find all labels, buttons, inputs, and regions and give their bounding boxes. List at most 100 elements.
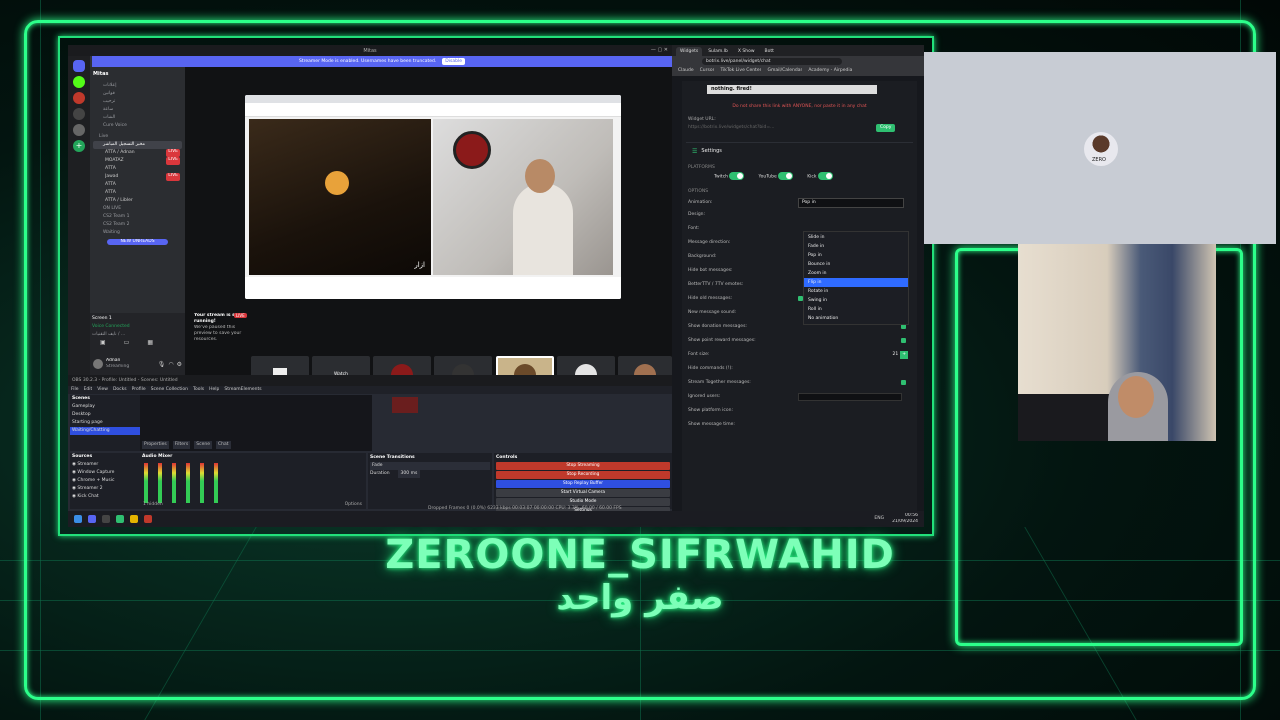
screen-share-icon[interactable]: ▭ [124,339,130,346]
obs-menu-item[interactable]: View [97,386,108,394]
server-name[interactable]: Mitas [93,70,182,79]
setting-checkbox[interactable] [901,338,906,343]
browser-tab[interactable]: Bott [761,47,778,56]
font-size-stepper[interactable]: 21 + [892,350,908,359]
animation-option[interactable]: Roll in [804,305,908,314]
add-server-icon[interactable]: + [73,140,85,152]
animation-option[interactable]: Flip in [804,278,908,287]
browser-tab[interactable]: Sulam.lb [704,47,732,56]
animation-option[interactable]: Rotate in [804,287,908,296]
obs-menu-item[interactable]: File [71,386,79,394]
scene-item[interactable]: Waiting/Chatting [70,427,140,435]
obs-menu-item[interactable]: Scene Collection [151,386,188,394]
channel-item[interactable]: قوانين [93,90,182,98]
obs-tab[interactable]: Filters [172,441,191,449]
voice-member[interactable]: ATTA [105,165,182,173]
plus-icon[interactable]: + [900,350,908,359]
obs-control-button[interactable]: Stop Recording [496,471,670,479]
url-bar[interactable]: botrix.live/panel/widget/chat [702,58,842,65]
animation-select[interactable]: Pop in [798,197,904,208]
voice-channel-item[interactable]: مخبر التسجيل المباشر [93,141,182,149]
obs-tab[interactable]: Scene [194,441,212,449]
discord-taskbar-icon[interactable] [88,515,96,523]
transition-select[interactable]: Fade [370,462,490,470]
app-taskbar-icon[interactable] [116,515,124,523]
bookmark-item[interactable]: Academy - Airpedia [808,67,852,76]
bookmark-item[interactable]: Cursor [700,67,715,76]
obs-menu-item[interactable]: Docks [113,386,127,394]
voice-member[interactable]: Jawad LIVE [105,173,182,181]
animation-option[interactable]: Pop in [804,251,908,260]
headset-icon[interactable]: ◠ [168,361,173,368]
channel-item[interactable]: الشات [93,114,182,122]
obs-tab[interactable]: Chat [215,441,231,449]
browser-tab[interactable]: X Show [734,47,759,56]
setting-checkbox[interactable] [901,380,906,385]
clock-date[interactable]: 21/09/2024 [892,519,918,525]
obs-menu-item[interactable]: StreamElements [224,386,261,394]
obs-menu-item[interactable]: Profile [132,386,146,394]
kick-toggle[interactable] [817,172,833,180]
obs-menu-item[interactable]: Tools [193,386,204,394]
duration-input[interactable]: 300 ms [397,470,421,478]
server-icon[interactable] [73,108,85,120]
server-icon[interactable] [73,124,85,136]
activity-icon[interactable]: ▦ [147,339,153,346]
source-item[interactable]: ◉ Kick Chat [70,493,140,501]
new-unreads-pill[interactable]: NEW UNREADS [107,239,168,245]
scene-item[interactable]: Starting page [70,419,140,427]
animation-option[interactable]: Slide in [804,233,908,242]
window-controls-icon[interactable]: — ▢ ✕ [651,47,668,53]
obs-control-button[interactable]: Stop Replay Buffer [496,480,670,488]
windows-start-icon[interactable] [74,515,82,523]
obs-tab[interactable]: Properties [142,441,169,449]
chrome-taskbar-icon[interactable] [130,515,138,523]
source-item[interactable]: ◉ Streamer [70,461,140,469]
animation-option[interactable]: Bounce in [804,260,908,269]
voice-member[interactable]: ATTA / Libler [105,197,182,205]
youtube-toggle[interactable] [778,172,794,180]
channel-item[interactable]: ساعة [93,106,182,114]
obs-menu-item[interactable]: Edit [84,386,93,394]
obs-control-button[interactable]: Stop Streaming [496,462,670,470]
shared-screen[interactable]: ازار [245,95,621,299]
bookmark-item[interactable]: Claude [678,67,694,76]
server-icon[interactable] [73,92,85,104]
obs-preview[interactable]: Properties Filters Scene Chat [140,395,418,451]
kick-video-player[interactable]: ازار [249,119,431,275]
camera-icon[interactable]: ▣ [100,339,106,346]
category-live[interactable]: Live [93,133,182,141]
mic-icon[interactable]: 🎙 [158,361,166,368]
animation-option[interactable]: Fade in [804,242,908,251]
copy-button[interactable]: Copy [876,124,896,132]
widget-url-field[interactable]: https://botrix.live/widgets/chat?bid=... [688,124,876,132]
discord-home-icon[interactable] [73,60,85,72]
scene-item[interactable]: Desktop [70,411,140,419]
obs-control-button[interactable]: Start Virtual Camera [496,489,670,497]
ignored-users-input[interactable] [798,392,902,401]
channel-item[interactable]: ON LIVE [93,205,182,213]
source-item[interactable]: ◉ Streamer 2 [70,485,140,493]
options-button[interactable]: Options [345,501,362,509]
bookmark-item[interactable]: TikTok Live Center [720,67,761,76]
kick-server-icon[interactable] [73,76,85,88]
input-language[interactable]: ENG [874,515,884,523]
channel-item[interactable]: Waiting [93,229,182,237]
source-item[interactable]: ◉ Chrome + Music [70,477,140,485]
animation-option[interactable]: No animation [804,314,908,323]
scene-item[interactable]: Gameplay [70,403,140,411]
channel-item[interactable]: Cure Voice [93,122,182,130]
avatar[interactable] [93,359,103,369]
browser-tab[interactable]: Widgets [676,47,703,56]
channel-item[interactable]: CS2 Team 2 [93,221,182,229]
bookmark-item[interactable]: Gmail/Calendar [767,67,802,76]
channel-item[interactable]: ترحيب [93,98,182,106]
source-item[interactable]: ◉ Window Capture [70,469,140,477]
channel-item[interactable]: CS2 Team 1 [93,213,182,221]
voice-member[interactable]: ATTA / Adnan LIVE [105,149,182,157]
animation-option[interactable]: Swing in [804,296,908,305]
disable-button[interactable]: Disable [442,58,465,65]
twitch-toggle[interactable] [729,172,745,180]
voice-member[interactable]: MOATAZ LIVE [105,157,182,165]
obs-menu-item[interactable]: Help [209,386,219,394]
